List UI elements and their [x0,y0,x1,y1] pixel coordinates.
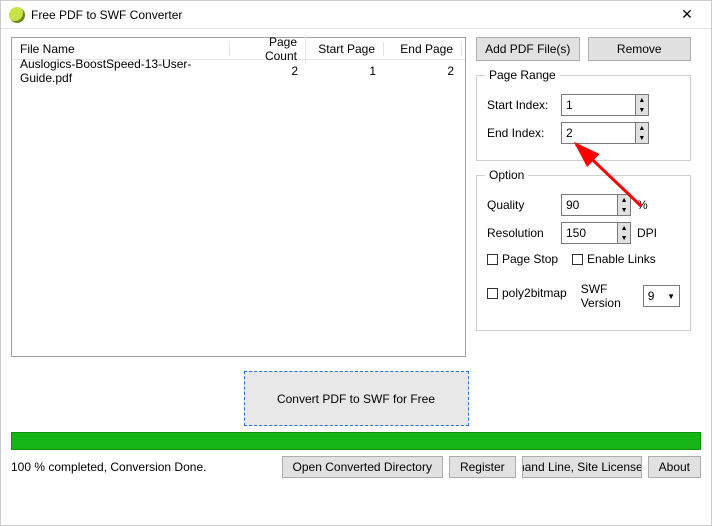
spin-down-icon[interactable]: ▼ [618,233,630,243]
close-icon[interactable]: ✕ [667,1,707,29]
cell-start: 1 [306,64,384,78]
col-header-file[interactable]: File Name [12,42,230,56]
cell-file: Auslogics-BoostSpeed-13-User-Guide.pdf [12,57,230,85]
option-legend: Option [485,168,528,182]
register-button[interactable]: Register [449,456,516,478]
open-directory-button[interactable]: Open Converted Directory [282,456,443,478]
spin-up-icon[interactable]: ▲ [618,195,630,205]
spin-up-icon[interactable]: ▲ [618,223,630,233]
enable-links-checkbox[interactable]: Enable Links [572,252,656,266]
resolution-unit: DPI [637,226,657,240]
file-table[interactable]: File Name Page Count Start Page End Page… [11,37,466,357]
cell-end: 2 [384,64,462,78]
page-stop-checkbox[interactable]: Page Stop [487,252,558,266]
quality-unit: % [637,198,648,212]
app-icon [9,7,25,23]
spin-down-icon[interactable]: ▼ [636,105,648,115]
quality-input[interactable]: ▲▼ [561,194,631,216]
window-title: Free PDF to SWF Converter [31,8,182,22]
spin-down-icon[interactable]: ▼ [636,133,648,143]
end-index-input[interactable]: ▲▼ [561,122,649,144]
add-pdf-button[interactable]: Add PDF File(s) [476,37,580,61]
col-header-start[interactable]: Start Page [306,42,384,56]
about-button[interactable]: About [648,456,701,478]
start-index-label: Start Index: [487,98,555,112]
col-header-count[interactable]: Page Count [230,35,306,63]
spin-up-icon[interactable]: ▲ [636,95,648,105]
spin-down-icon[interactable]: ▼ [618,205,630,215]
resolution-input[interactable]: ▲▼ [561,222,631,244]
page-range-group: Page Range Start Index: ▲▼ End Index: ▲▼ [476,75,691,161]
poly2bitmap-checkbox[interactable]: poly2bitmap [487,286,567,300]
convert-button[interactable]: Convert PDF to SWF for Free [244,371,469,426]
swf-version-select[interactable]: 9 ▼ [643,285,680,307]
remove-button[interactable]: Remove [588,37,692,61]
end-index-label: End Index: [487,126,555,140]
spin-up-icon[interactable]: ▲ [636,123,648,133]
chevron-down-icon: ▼ [667,292,675,301]
option-group: Option Quality ▲▼ % Resolution ▲▼ DPI Pa… [476,175,691,331]
table-row[interactable]: Auslogics-BoostSpeed-13-User-Guide.pdf 2… [12,60,465,82]
start-index-input[interactable]: ▲▼ [561,94,649,116]
resolution-label: Resolution [487,226,555,240]
quality-label: Quality [487,198,555,212]
cell-count: 2 [230,64,306,78]
status-text: 100 % completed, Conversion Done. [11,460,206,474]
progress-bar [11,432,701,450]
page-range-legend: Page Range [485,68,560,82]
command-line-button[interactable]: Command Line, Site License, SDK [522,456,642,478]
col-header-end[interactable]: End Page [384,42,462,56]
swf-version-label: SWF Version [581,282,637,310]
